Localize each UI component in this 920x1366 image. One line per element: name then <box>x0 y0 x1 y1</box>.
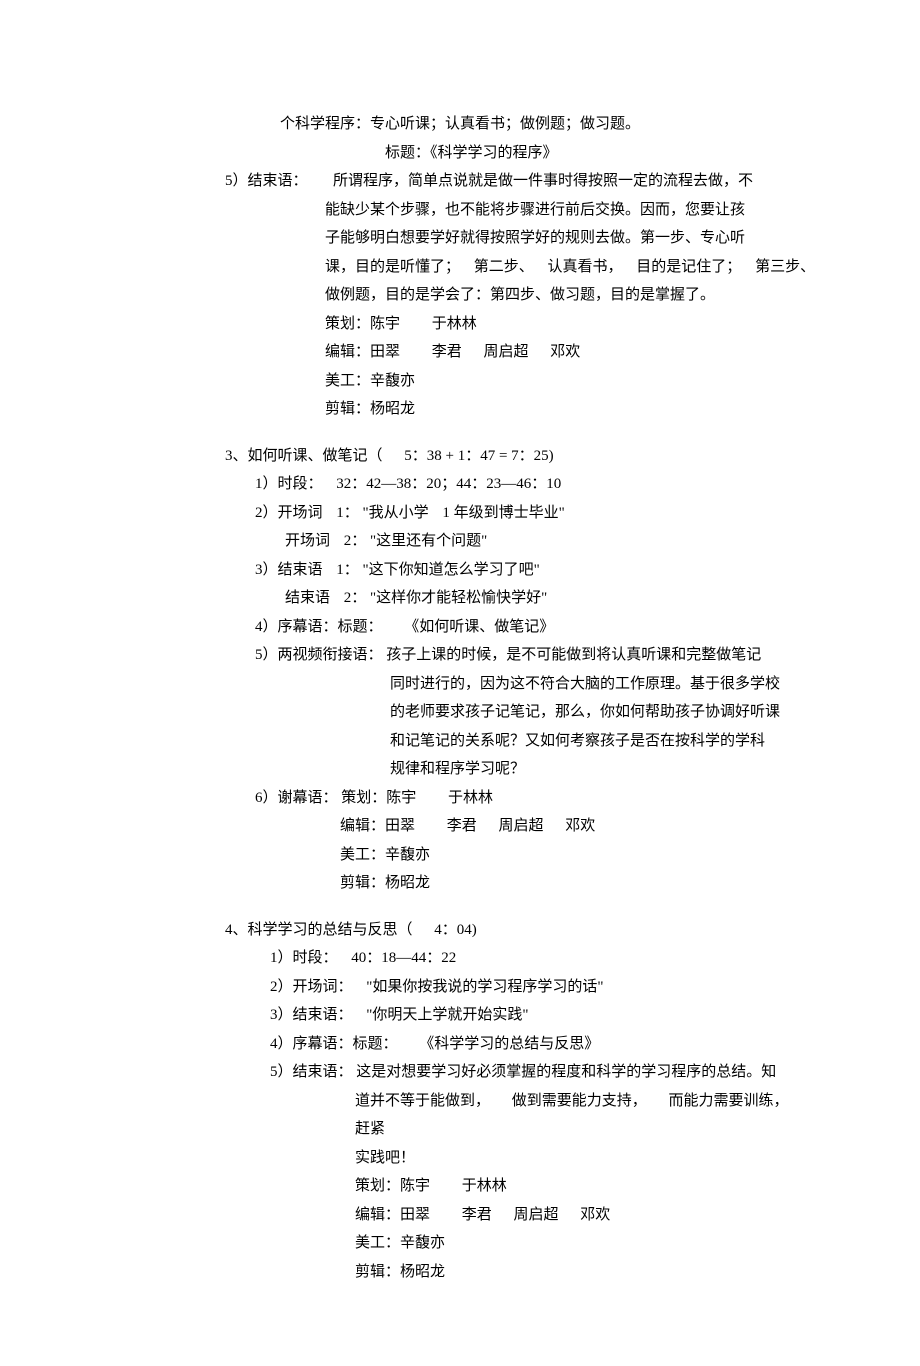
sec3-item1: 1）时段： 32：42—38：20；44：23—46：10 <box>255 470 825 499</box>
sec3-item3b: 结束语 2： "这样你才能轻松愉快学好" <box>285 584 825 613</box>
sec3-item5-l4: 和记笔记的关系呢？又如何考察孩子是否在按科学的学科 <box>390 727 825 756</box>
sec4-item5-l2: 道并不等于能做到， 做到需要能力支持， 而能力需要训练， 赶紧 <box>355 1087 825 1144</box>
end5-l1: 所谓程序，简单点说就是做一件事时得按照一定的流程去做，不 <box>333 173 753 189</box>
sec4-item3: 3）结束语： "你明天上学就开始实践" <box>270 1001 825 1030</box>
sec4-credits-edit: 编辑：田翠 李君 周启超 邓欢 <box>355 1201 825 1230</box>
sec3-item2a: 2）开场词 1： "我从小学 1 年级到博士毕业" <box>255 499 825 528</box>
sec4-item1: 1）时段： 40：18—44：22 <box>270 944 825 973</box>
sec4-item2: 2）开场词： "如果你按我说的学习程序学习的话" <box>270 973 825 1002</box>
credits-edit: 编辑：田翠 李君 周启超 邓欢 <box>325 338 825 367</box>
sec4-item4: 4）序幕语：标题： 《科学学习的总结与反思》 <box>270 1030 825 1059</box>
sec3-item5-l3: 的老师要求孩子记笔记，那么，你如何帮助孩子协调好听课 <box>390 698 825 727</box>
end5-label: 5）结束语： <box>225 173 308 189</box>
credits-cut: 剪辑：杨昭龙 <box>325 395 825 424</box>
sec3-item3a: 3）结束语 1： "这下你知道怎么学习了吧" <box>255 556 825 585</box>
sec3-item2b: 开场词 2： "这里还有个问题" <box>285 527 825 556</box>
sec4-credits-plan: 策划：陈宇 于林林 <box>355 1172 825 1201</box>
end5-l3: 子能够明白想要学好就得按照学好的规则去做。第一步、专心听 <box>325 224 825 253</box>
intro-title: 标题：《科学学习的程序》 <box>385 139 825 168</box>
sec3-head: 3、如何听课、做笔记（ 5：38 + 1：47 = 7：25) <box>225 442 825 471</box>
sec3-credits-edit: 编辑：田翠 李君 周启超 邓欢 <box>340 812 825 841</box>
sec3-credits-art: 美工：辛馥亦 <box>340 841 825 870</box>
sec4-credits-cut: 剪辑：杨昭龙 <box>355 1258 825 1287</box>
sec4-item5-l3: 实践吧！ <box>355 1144 825 1173</box>
end5-l5: 做例题，目的是学会了：第四步、做习题，目的是掌握了。 <box>325 281 825 310</box>
sec3-item6: 6）谢幕语： 策划：陈宇 于林林 <box>255 784 825 813</box>
sec3-item5: 5）两视频衔接语： 孩子上课的时候，是不可能做到将认真听课和完整做笔记 <box>255 641 825 670</box>
credits-plan: 策划：陈宇 于林林 <box>325 310 825 339</box>
credits-art: 美工：辛馥亦 <box>325 367 825 396</box>
sec3-credits-cut: 剪辑：杨昭龙 <box>340 869 825 898</box>
sec3-item4: 4）序幕语：标题： 《如何听课、做笔记》 <box>255 613 825 642</box>
intro-cont-line: 个科学程序：专心听课；认真看书；做例题；做习题。 <box>280 110 825 139</box>
block-end5: 5）结束语： 所谓程序，简单点说就是做一件事时得按照一定的流程去做，不 <box>225 167 825 196</box>
sec4-credits-art: 美工：辛馥亦 <box>355 1229 825 1258</box>
sec4-item5: 5）结束语： 这是对想要学习好必须掌握的程度和科学的学习程序的总结。知 <box>270 1058 825 1087</box>
sec3-item5-l5: 规律和程序学习呢？ <box>390 755 825 784</box>
end5-l4: 课，目的是听懂了； 第二步、 认真看书， 目的是记住了； 第三步、 <box>325 253 825 282</box>
sec3-item5-l2: 同时进行的，因为这不符合大脑的工作原理。基于很多学校 <box>390 670 825 699</box>
sec4-head: 4、科学学习的总结与反思（ 4：04) <box>225 916 825 945</box>
end5-l2: 能缺少某个步骤，也不能将步骤进行前后交换。因而，您要让孩 <box>325 196 825 225</box>
